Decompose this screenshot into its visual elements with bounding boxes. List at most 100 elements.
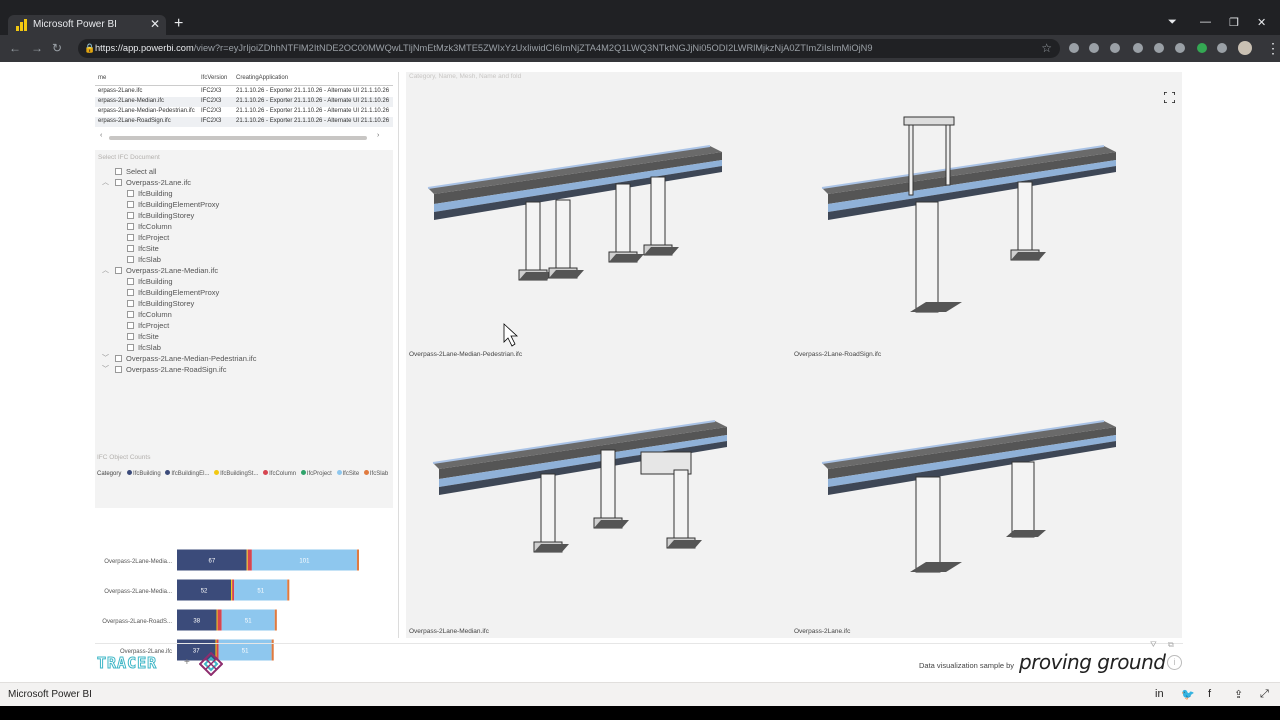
tab-title: Microsoft Power BI [33,19,117,30]
forward-icon[interactable]: → [31,41,43,55]
minimize-icon[interactable]: — [1200,16,1211,28]
checkbox[interactable] [127,322,134,329]
checkbox[interactable] [115,168,122,175]
profile-download-icon[interactable]: ⏷ [1168,16,1177,29]
fullscreen-expand-icon[interactable]: ⤢ [1260,688,1269,701]
chevron-down-icon[interactable]: ﹀ [102,364,109,374]
reload-icon[interactable]: ↻ [52,41,62,55]
slicer-item-child[interactable]: IfcSlab [127,343,161,353]
drive-icon[interactable] [1197,43,1207,53]
table-row[interactable]: erpass-2Lane.ifc IFC2X3 21.1.10.26 - Exp… [95,87,393,97]
slicer-item-child[interactable]: IfcBuildingElementProxy [127,288,219,298]
bar-segment[interactable] [274,609,277,631]
lock-icon: 🔒 [84,43,96,53]
checkbox[interactable] [115,355,122,362]
scroll-left-icon[interactable]: ‹ [100,132,102,139]
bar-segment[interactable] [231,579,233,601]
bar-segment[interactable] [246,549,248,571]
checkbox[interactable] [127,245,134,252]
back-icon[interactable]: ← [9,41,21,55]
slicer-item-document[interactable]: ﹀ Overpass-2Lane-RoadSign.ifc [102,365,226,375]
slicer-title: Select IFC Document [98,154,160,161]
twitter-icon[interactable]: 🐦 [1181,688,1195,701]
checkbox[interactable] [115,267,122,274]
checkbox[interactable] [127,344,134,351]
checkbox[interactable] [127,234,134,241]
slicer-item-document[interactable]: ﹀ Overpass-2Lane-Median-Pedestrian.ifc [102,354,256,364]
slicer-item-document[interactable]: ︿ Overpass-2Lane.ifc [102,178,191,188]
slicer-item-child[interactable]: IfcBuildingElementProxy [127,200,219,210]
column-header-name[interactable]: me [98,75,106,81]
share-icon[interactable]: ⇪ [1234,688,1243,701]
slicer-item-child[interactable]: IfcBuildingStorey [127,211,194,221]
chevron-up-icon[interactable]: ︿ [102,265,109,275]
mouse-cursor-icon [503,323,519,347]
column-header-version[interactable]: IfcVersion [201,75,227,81]
slicer-select-all[interactable]: Select all [115,167,156,177]
window-close-icon[interactable]: ✕ [1257,16,1266,29]
profile-avatar[interactable] [1238,41,1252,55]
scroll-right-icon[interactable]: › [377,132,379,139]
bridge-model-2lane[interactable] [821,420,1117,573]
slicer-item-child[interactable]: IfcBuildingStorey [127,299,194,309]
extension-icon[interactable] [1175,43,1185,53]
checkbox[interactable] [127,190,134,197]
info-icon[interactable]: i [1167,655,1182,670]
checkbox[interactable] [115,179,122,186]
bridge-model-median[interactable] [432,420,728,553]
url-field[interactable]: 🔒 https://app.powerbi.com/view?r=eyJrIjo… [78,39,1060,58]
bar-segment[interactable] [356,549,359,571]
slicer-item-child[interactable]: IfcSite [127,244,159,254]
bar-segment[interactable] [247,549,252,571]
extension-icon[interactable] [1154,43,1164,53]
bookmark-star-icon[interactable]: ☆ [1041,41,1052,55]
table-horizontal-scrollbar[interactable]: ‹ › [97,132,387,142]
checkbox[interactable] [127,311,134,318]
slicer-item-child[interactable]: IfcProject [127,321,169,331]
extension-icon[interactable] [1069,43,1079,53]
checkbox[interactable] [127,300,134,307]
chevron-down-icon[interactable]: ﹀ [102,353,109,363]
slicer-item-child[interactable]: IfcColumn [127,222,172,232]
bar-segment[interactable] [216,609,218,631]
tab-close-icon[interactable]: ✕ [150,17,160,31]
slicer-item-child[interactable]: IfcSlab [127,255,161,265]
extension-icon[interactable] [1110,43,1120,53]
table-row[interactable]: erpass-2Lane-Median-Pedestrian.ifc IFC2X… [95,107,393,117]
data-label: 52 [201,589,208,595]
checkbox[interactable] [127,333,134,340]
slicer-item-child[interactable]: IfcColumn [127,310,172,320]
bridge-model-roadsign[interactable] [821,116,1117,313]
checkbox[interactable] [127,212,134,219]
column-header-application[interactable]: CreatingApplication [236,75,288,81]
new-tab-icon[interactable]: + [174,15,183,33]
browser-tab[interactable]: Microsoft Power BI ✕ [8,15,166,35]
maximize-icon[interactable]: ❐ [1229,16,1239,29]
checkbox[interactable] [127,289,134,296]
focus-mode-icon[interactable]: ⧉ [1168,640,1174,650]
slicer-item-child[interactable]: IfcBuilding [127,189,173,199]
bridge-model-median-pedestrian[interactable] [427,145,723,281]
bar-segment[interactable] [287,579,290,601]
table-row[interactable]: erpass-2Lane-RoadSign.ifc IFC2X3 21.1.10… [95,117,393,127]
slicer-item-child[interactable]: IfcSite [127,332,159,342]
checkbox[interactable] [127,278,134,285]
slicer-item-child[interactable]: IfcProject [127,233,169,243]
linkedin-icon[interactable]: in [1155,688,1164,700]
facebook-icon[interactable]: f [1208,688,1211,700]
checkbox[interactable] [115,366,122,373]
extension-icon[interactable] [1133,43,1143,53]
filter-icon[interactable]: ⛛ [1150,640,1157,650]
bar-segment[interactable] [232,579,235,601]
more-menu-icon[interactable]: ⋮ [1266,40,1280,57]
bar-segment[interactable] [217,609,222,631]
checkbox[interactable] [127,223,134,230]
extension-icon[interactable] [1089,43,1099,53]
checkbox[interactable] [127,201,134,208]
chevron-up-icon[interactable]: ︿ [102,177,109,187]
extensions-puzzle-icon[interactable] [1217,43,1227,53]
table-row[interactable]: erpass-2Lane-Median.ifc IFC2X3 21.1.10.2… [95,97,393,107]
checkbox[interactable] [127,256,134,263]
slicer-item-child[interactable]: IfcBuilding [127,277,173,287]
slicer-item-document[interactable]: ︿ Overpass-2Lane-Median.ifc [102,266,218,276]
